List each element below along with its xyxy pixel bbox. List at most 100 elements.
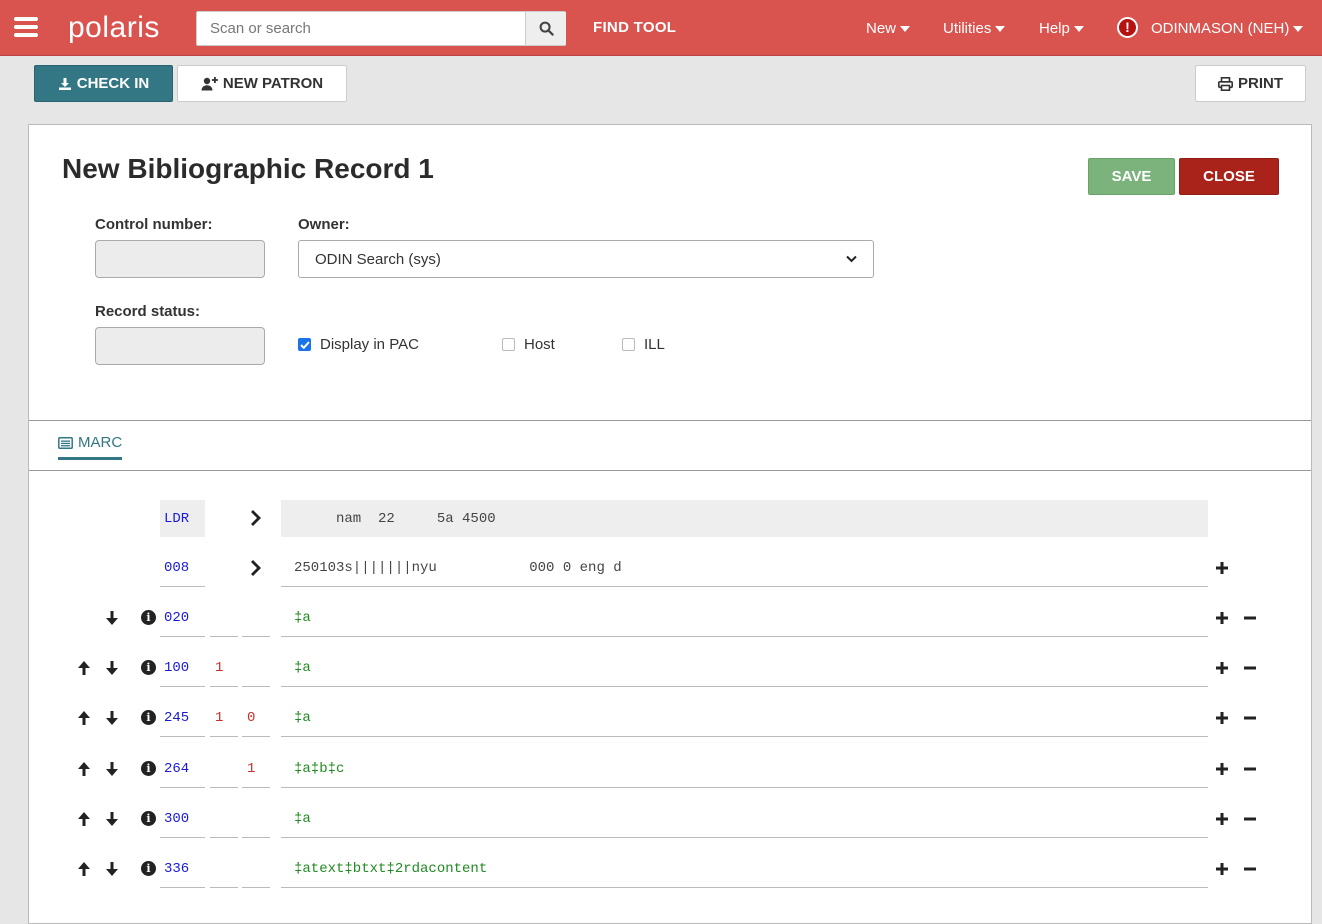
user-menu[interactable]: ODINMASON (NEH) (1151, 20, 1304, 37)
marc-row-100: i 100 1 ‡a (29, 646, 1311, 696)
marc-indicator-2[interactable]: 0 (242, 700, 270, 737)
plus-icon[interactable] (1214, 760, 1230, 778)
info-icon[interactable]: i (141, 660, 156, 675)
arrow-down-icon[interactable] (103, 810, 121, 828)
marc-data[interactable]: ‡a (281, 650, 1208, 687)
marc-indicator-2[interactable] (242, 650, 270, 687)
marc-data[interactable]: 250103s|||||||nyu 000 0 eng d (281, 550, 1208, 587)
marc-tag[interactable]: 008 (160, 550, 205, 587)
marc-data[interactable]: ‡a (281, 600, 1208, 637)
display-in-pac-checkbox[interactable]: Display in PAC (298, 336, 419, 353)
minus-icon[interactable] (1242, 810, 1258, 828)
plus-icon[interactable] (1214, 559, 1230, 577)
marc-indicator-2[interactable] (242, 600, 270, 637)
marc-tag[interactable]: 336 (160, 851, 205, 888)
marc-tag[interactable]: LDR (160, 500, 205, 537)
marc-indicator-1[interactable]: 1 (210, 650, 238, 687)
marc-indicator-1[interactable] (210, 851, 238, 888)
marc-data[interactable]: ‡atext‡btxt‡2rdacontent (281, 851, 1208, 888)
arrow-down-icon[interactable] (103, 659, 121, 677)
check-in-label: CHECK IN (76, 75, 150, 92)
marc-tag[interactable]: 300 (160, 801, 205, 838)
ill-checkbox[interactable]: ILL (622, 336, 665, 353)
minus-icon[interactable] (1242, 659, 1258, 677)
plus-icon[interactable] (1214, 860, 1230, 878)
marc-tag[interactable]: 020 (160, 600, 205, 637)
arrow-up-icon[interactable] (75, 810, 93, 828)
tab-marc-label: MARC (78, 434, 123, 451)
alert-icon[interactable]: ! (1117, 17, 1138, 38)
arrow-down-icon[interactable] (103, 709, 121, 727)
marc-data[interactable]: ‡a (281, 700, 1208, 737)
checkbox-unchecked-icon[interactable] (622, 338, 635, 351)
marc-data[interactable]: ‡a (281, 801, 1208, 838)
owner-label: Owner: (298, 216, 350, 233)
info-icon[interactable]: i (141, 811, 156, 826)
search-input[interactable] (197, 12, 525, 45)
arrow-up-icon[interactable] (75, 659, 93, 677)
search-button[interactable] (525, 12, 566, 45)
owner-select[interactable]: ODIN Search (sys) (298, 240, 874, 278)
find-tool-link[interactable]: FIND TOOL (593, 19, 676, 36)
chevron-right-icon[interactable] (249, 558, 263, 578)
control-number-label: Control number: (95, 216, 213, 233)
new-menu[interactable]: New (866, 20, 911, 37)
owner-selected-value: ODIN Search (sys) (315, 250, 441, 268)
add-user-icon (201, 76, 218, 90)
arrow-up-icon[interactable] (75, 709, 93, 727)
marc-indicator-1[interactable]: 1 (210, 700, 238, 737)
checkbox-unchecked-icon[interactable] (502, 338, 515, 351)
arrow-down-icon[interactable] (103, 609, 121, 627)
chevron-right-icon[interactable] (249, 508, 263, 528)
menu-icon[interactable] (14, 17, 38, 37)
minus-icon[interactable] (1242, 709, 1258, 727)
arrow-up-icon[interactable] (75, 860, 93, 878)
info-icon[interactable]: i (141, 761, 156, 776)
caret-down-icon (1293, 25, 1304, 32)
marc-row-245: i 245 1 0 ‡a (29, 696, 1311, 746)
marc-indicator-2[interactable] (242, 801, 270, 838)
arrow-down-icon[interactable] (103, 760, 121, 778)
marc-data[interactable]: ‡a‡b‡c (281, 751, 1208, 788)
ill-label: ILL (644, 336, 665, 353)
search-icon (539, 21, 554, 36)
print-icon (1218, 76, 1233, 91)
polaris-logo[interactable]: polaris (68, 11, 160, 45)
plus-icon[interactable] (1214, 709, 1230, 727)
print-button[interactable]: PRINT (1195, 65, 1306, 102)
arrow-up-icon[interactable] (75, 760, 93, 778)
minus-icon[interactable] (1242, 609, 1258, 627)
host-checkbox[interactable]: Host (502, 336, 555, 353)
new-patron-button[interactable]: NEW PATRON (177, 65, 347, 102)
save-button[interactable]: SAVE (1088, 158, 1175, 195)
marc-tag[interactable]: 245 (160, 700, 205, 737)
chevron-down-icon (846, 255, 857, 263)
check-in-button[interactable]: CHECK IN (34, 65, 173, 102)
help-menu[interactable]: Help (1039, 20, 1084, 37)
plus-icon[interactable] (1214, 810, 1230, 828)
marc-indicator-1[interactable] (210, 801, 238, 838)
utilities-menu[interactable]: Utilities (943, 20, 1006, 37)
arrow-down-icon[interactable] (103, 860, 121, 878)
plus-icon[interactable] (1214, 659, 1230, 677)
marc-tag[interactable]: 100 (160, 650, 205, 687)
minus-icon[interactable] (1242, 760, 1258, 778)
divider (29, 470, 1311, 471)
minus-icon[interactable] (1242, 860, 1258, 878)
divider (29, 420, 1311, 421)
help-menu-label: Help (1039, 20, 1070, 37)
marc-indicator-1[interactable] (210, 751, 238, 788)
info-icon[interactable]: i (141, 861, 156, 876)
caret-down-icon (1073, 25, 1084, 32)
marc-tag[interactable]: 264 (160, 751, 205, 788)
marc-data[interactable]: nam 22 5a 4500 (281, 500, 1208, 537)
checkbox-checked-icon[interactable] (298, 338, 311, 351)
info-icon[interactable]: i (141, 710, 156, 725)
close-button[interactable]: CLOSE (1179, 158, 1279, 195)
marc-indicator-2[interactable] (242, 851, 270, 888)
info-icon[interactable]: i (141, 610, 156, 625)
plus-icon[interactable] (1214, 609, 1230, 627)
tab-marc[interactable]: MARC (58, 434, 123, 460)
marc-indicator-2[interactable]: 1 (242, 751, 270, 788)
marc-indicator-1[interactable] (210, 600, 238, 637)
